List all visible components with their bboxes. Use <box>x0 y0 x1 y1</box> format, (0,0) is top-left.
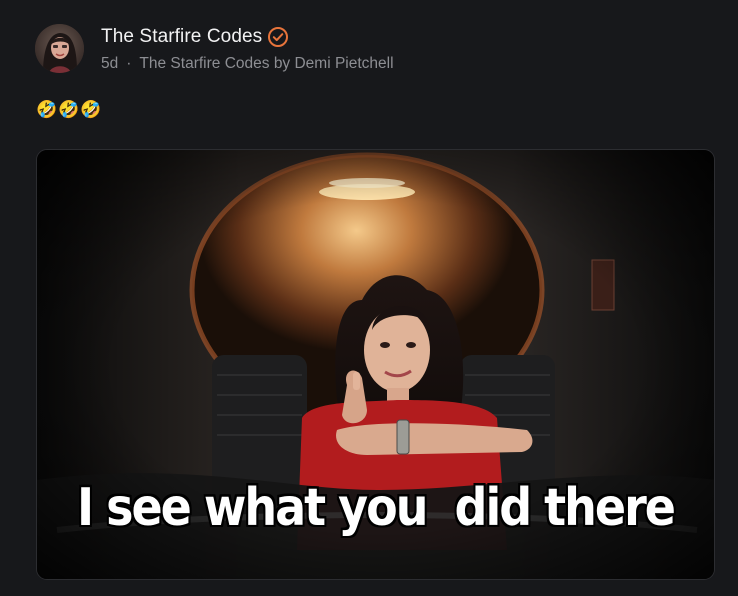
post-header: The Starfire Codes 5d · The Starfire Cod… <box>35 24 394 73</box>
verified-check-icon <box>267 26 289 48</box>
post-subline: 5d · The Starfire Codes by Demi Pietchel… <box>101 55 394 73</box>
gif-caption: I see what you did there <box>76 476 676 538</box>
author-meta: The Starfire Codes 5d · The Starfire Cod… <box>101 25 394 73</box>
author-name[interactable]: The Starfire Codes <box>101 26 262 48</box>
post-body: 🤣🤣🤣 <box>36 100 103 119</box>
post-timestamp: 5d <box>101 54 119 72</box>
separator-dot: · <box>126 54 132 72</box>
post-card: The Starfire Codes 5d · The Starfire Cod… <box>0 0 738 596</box>
post-gif[interactable]: I see what you did there <box>36 149 715 580</box>
publication-link[interactable]: The Starfire Codes by Demi Pietchell <box>139 55 393 73</box>
author-avatar[interactable] <box>35 24 84 73</box>
author-row: The Starfire Codes <box>101 25 394 49</box>
